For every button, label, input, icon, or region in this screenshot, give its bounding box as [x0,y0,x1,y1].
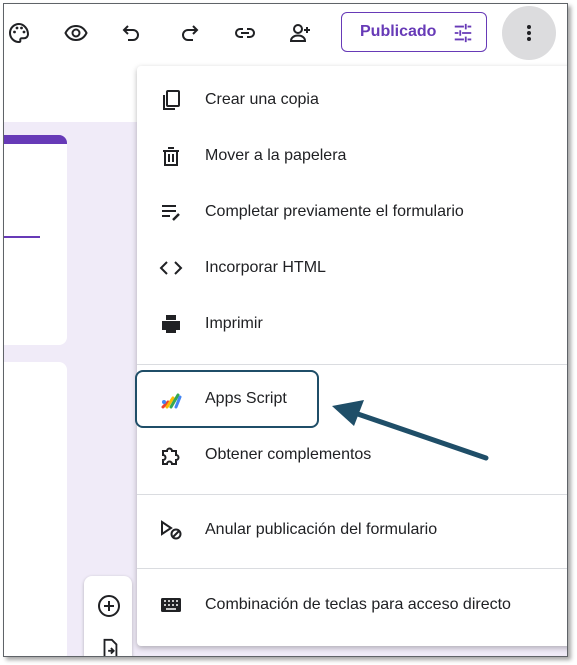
screenshot-frame: Publicado Crear una copia Mover a la pap… [3,3,568,657]
menu-item-label: Completar previamente el formulario [205,203,464,220]
preview-eye-icon[interactable] [61,18,91,48]
form-header-card[interactable] [4,135,67,345]
floating-toolbar [84,576,132,657]
question-card[interactable] [4,362,67,656]
menu-item-unpublish-form[interactable]: Anular publicación del formulario [137,502,567,558]
menu-item-embed-html[interactable]: Incorporar HTML [137,240,567,296]
menu-item-move-to-trash[interactable]: Mover a la papelera [137,128,567,184]
code-icon [159,256,183,280]
add-collaborator-icon[interactable] [285,18,315,48]
apps-script-highlight-box [135,370,319,428]
menu-item-keyboard-shortcuts[interactable]: Combinación de teclas para acceso direct… [137,577,567,633]
link-icon[interactable] [230,18,260,48]
unpublish-icon [159,518,183,542]
menu-item-label: Incorporar HTML [205,259,326,276]
menu-item-label: Crear una copia [205,91,319,108]
menu-item-print[interactable]: Imprimir [137,296,567,352]
publish-button[interactable]: Publicado [341,12,487,52]
more-options-menu: Crear una copia Mover a la papelera Comp… [137,66,567,646]
more-vert-icon [527,25,531,41]
menu-item-prefill-form[interactable]: Completar previamente el formulario [137,184,567,240]
top-toolbar: Publicado [4,4,567,64]
prefill-icon [159,200,183,224]
menu-item-label: Combinación de teclas para acceso direct… [205,596,511,613]
printer-icon [159,312,183,336]
menu-divider [137,568,567,569]
copy-icon [159,88,183,112]
redo-icon[interactable] [174,18,204,48]
menu-item-label: Mover a la papelera [205,147,347,164]
addons-puzzle-icon [159,443,183,467]
keyboard-icon [159,593,183,617]
add-question-icon[interactable] [97,594,121,618]
trash-icon [159,144,183,168]
more-options-button[interactable] [502,6,556,60]
menu-item-label: Anular publicación del formulario [205,521,438,538]
menu-divider [137,494,567,495]
menu-item-make-copy[interactable]: Crear una copia [137,72,567,128]
title-underline [4,236,40,238]
undo-icon[interactable] [117,18,147,48]
menu-item-label: Imprimir [205,315,263,332]
publish-label: Publicado [360,23,437,40]
import-questions-icon[interactable] [99,638,121,657]
palette-icon[interactable] [4,18,34,48]
menu-divider [137,364,567,365]
annotation-arrow-icon [332,400,489,461]
tune-icon [454,23,472,43]
